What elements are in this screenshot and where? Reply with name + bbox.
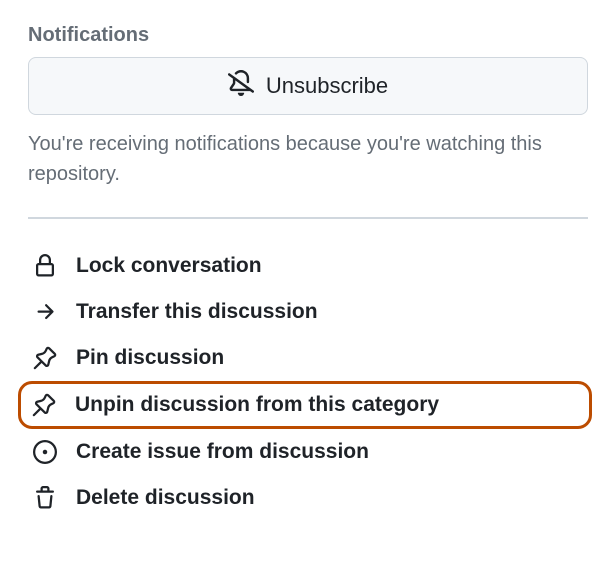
divider (28, 217, 588, 219)
trash-icon (32, 485, 58, 511)
create-issue-action[interactable]: Create issue from discussion (28, 429, 588, 475)
notifications-description: You're receiving notifications because y… (28, 129, 588, 189)
pin-icon (32, 345, 58, 371)
pin-icon (31, 392, 57, 418)
notifications-title: Notifications (28, 24, 588, 47)
unsubscribe-label: Unsubscribe (266, 73, 388, 99)
action-label: Lock conversation (76, 254, 262, 278)
unsubscribe-button[interactable]: Unsubscribe (28, 57, 588, 115)
delete-discussion-action[interactable]: Delete discussion (28, 475, 588, 521)
notifications-section: Notifications Unsubscribe You're receivi… (28, 24, 588, 189)
unpin-from-category-action[interactable]: Unpin discussion from this category (18, 381, 592, 429)
action-label: Unpin discussion from this category (75, 393, 439, 417)
pin-discussion-action[interactable]: Pin discussion (28, 335, 588, 381)
action-label: Transfer this discussion (76, 300, 318, 324)
transfer-discussion-action[interactable]: Transfer this discussion (28, 289, 588, 335)
action-list: Lock conversation Transfer this discussi… (28, 243, 588, 521)
issue-opened-icon (32, 439, 58, 465)
action-label: Create issue from discussion (76, 440, 369, 464)
bell-slash-icon (228, 70, 254, 102)
action-label: Pin discussion (76, 346, 224, 370)
lock-icon (32, 253, 58, 279)
arrow-right-icon (32, 299, 58, 325)
action-label: Delete discussion (76, 486, 255, 510)
lock-conversation-action[interactable]: Lock conversation (28, 243, 588, 289)
